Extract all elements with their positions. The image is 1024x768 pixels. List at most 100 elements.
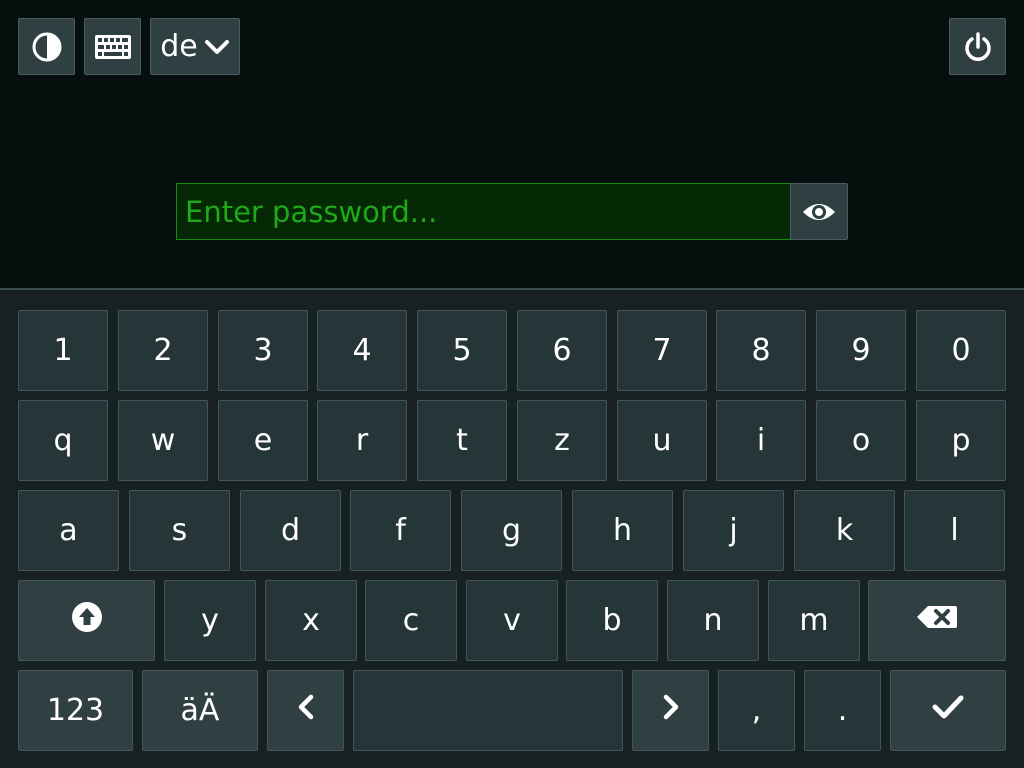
key-label: g — [501, 512, 522, 548]
keyboard-icon — [94, 34, 131, 59]
key-o[interactable]: o — [816, 400, 906, 481]
power-button[interactable] — [949, 18, 1006, 75]
shift-key[interactable] — [18, 580, 155, 661]
key-f[interactable]: f — [350, 490, 451, 571]
key-label: q — [53, 422, 73, 458]
key-1[interactable]: 1 — [18, 310, 108, 391]
key-label: . — [837, 692, 848, 728]
key-label: , — [751, 692, 762, 728]
key-a[interactable]: a — [18, 490, 119, 571]
key-label: t — [456, 422, 468, 458]
key-label: v — [503, 602, 521, 638]
chevron-left-icon — [296, 693, 316, 729]
key-p[interactable]: p — [916, 400, 1006, 481]
password-input[interactable] — [177, 184, 790, 239]
key-g[interactable]: g — [461, 490, 562, 571]
key-b[interactable]: b — [566, 580, 658, 661]
key-3[interactable]: 3 — [218, 310, 308, 391]
key-j[interactable]: j — [683, 490, 784, 571]
key-label: 123 — [46, 692, 105, 728]
key-w[interactable]: w — [118, 400, 208, 481]
backspace-key[interactable] — [868, 580, 1006, 661]
key-u[interactable]: u — [617, 400, 707, 481]
key-label: s — [171, 512, 188, 548]
reveal-password-button[interactable] — [790, 183, 848, 240]
key-label: 2 — [153, 332, 173, 368]
chevron-right-icon — [661, 693, 681, 729]
key-h[interactable]: h — [572, 490, 673, 571]
key-y[interactable]: y — [164, 580, 256, 661]
language-label: de — [160, 29, 198, 64]
backspace-icon — [916, 603, 958, 638]
key-label: y — [201, 602, 219, 638]
key-label: m — [799, 602, 829, 638]
key-i[interactable]: i — [716, 400, 806, 481]
key-label: h — [612, 512, 632, 548]
key-5[interactable]: 5 — [417, 310, 507, 391]
key-label: c — [402, 602, 420, 638]
cursor-left-key[interactable] — [267, 670, 344, 751]
key-d[interactable]: d — [240, 490, 341, 571]
key-label: l — [950, 512, 959, 548]
key-label: d — [280, 512, 301, 548]
checkmark-icon — [931, 693, 965, 728]
on-screen-keyboard: 1 2 3 4 5 6 7 8 9 0 q w e r t z u i o p a s d f g h j k l y x c v b n m 123 ä… — [0, 288, 1024, 768]
contrast-icon — [32, 32, 61, 61]
key-label: b — [602, 602, 622, 638]
key-e[interactable]: e — [218, 400, 308, 481]
key-8[interactable]: 8 — [716, 310, 806, 391]
key-z[interactable]: z — [517, 400, 607, 481]
key-6[interactable]: 6 — [517, 310, 607, 391]
enter-key[interactable] — [890, 670, 1006, 751]
key-9[interactable]: 9 — [816, 310, 906, 391]
key-label: n — [703, 602, 723, 638]
key-c[interactable]: c — [365, 580, 457, 661]
chevron-down-icon — [204, 39, 229, 54]
key-x[interactable]: x — [265, 580, 357, 661]
key-label: i — [756, 422, 766, 458]
key-0[interactable]: 0 — [916, 310, 1006, 391]
key-label: k — [835, 512, 854, 548]
key-label: 1 — [53, 332, 73, 368]
space-key[interactable] — [353, 670, 623, 751]
key-label: e — [253, 422, 273, 458]
key-label: x — [302, 602, 320, 638]
key-label: z — [554, 422, 570, 458]
key-4[interactable]: 4 — [317, 310, 407, 391]
key-label: a — [59, 512, 78, 548]
key-t[interactable]: t — [417, 400, 507, 481]
key-label: w — [150, 422, 176, 458]
key-m[interactable]: m — [768, 580, 860, 661]
language-select[interactable]: de — [150, 18, 240, 75]
key-label: 8 — [751, 332, 771, 368]
key-7[interactable]: 7 — [617, 310, 707, 391]
key-label: u — [652, 422, 672, 458]
eye-icon — [803, 203, 835, 220]
key-period[interactable]: . — [804, 670, 881, 751]
password-field[interactable] — [176, 183, 791, 240]
key-label: f — [395, 512, 406, 548]
key-k[interactable]: k — [794, 490, 895, 571]
shift-icon — [71, 601, 103, 641]
umlaut-key[interactable]: äÄ — [142, 670, 258, 751]
contrast-button[interactable] — [18, 18, 75, 75]
key-label: r — [355, 422, 369, 458]
key-l[interactable]: l — [904, 490, 1005, 571]
numbers-key[interactable]: 123 — [18, 670, 133, 751]
key-label: 9 — [851, 332, 871, 368]
key-label: p — [951, 422, 971, 458]
key-s[interactable]: s — [129, 490, 230, 571]
power-icon — [964, 31, 991, 61]
key-comma[interactable]: , — [718, 670, 795, 751]
cursor-right-key[interactable] — [632, 670, 709, 751]
key-2[interactable]: 2 — [118, 310, 208, 391]
key-label: 0 — [951, 332, 971, 368]
key-label: 5 — [452, 332, 472, 368]
key-q[interactable]: q — [18, 400, 108, 481]
key-n[interactable]: n — [667, 580, 759, 661]
key-r[interactable]: r — [317, 400, 407, 481]
key-label: 6 — [552, 332, 572, 368]
key-v[interactable]: v — [466, 580, 558, 661]
key-label: 7 — [652, 332, 672, 368]
keyboard-toggle-button[interactable] — [84, 18, 141, 75]
